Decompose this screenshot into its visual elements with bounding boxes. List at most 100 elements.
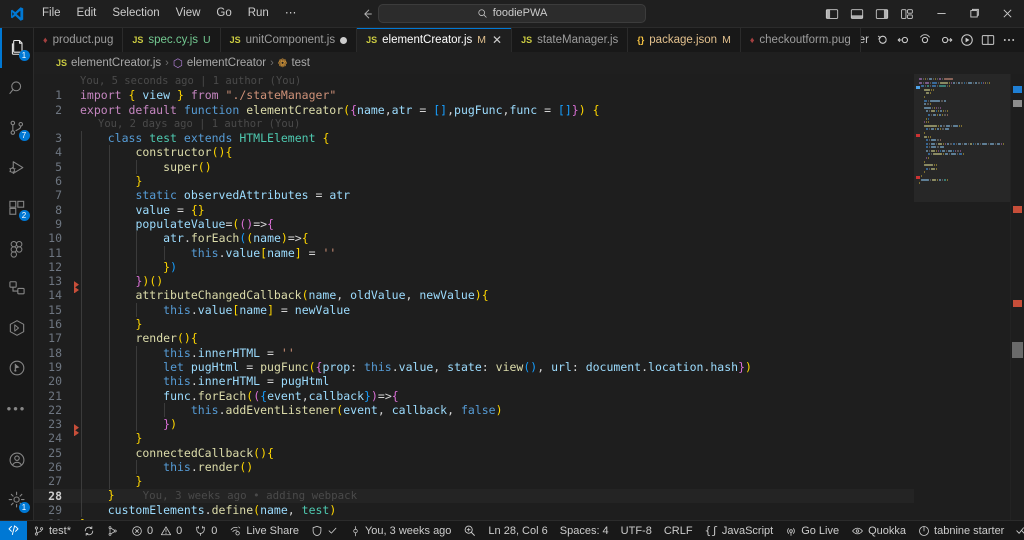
sidebar-item-explorer[interactable]: 1 (0, 28, 34, 68)
status-go-live[interactable]: Go Live (779, 521, 845, 540)
sidebar-item-docker[interactable] (0, 308, 34, 348)
toggle-secondary-sidebar-icon[interactable] (872, 4, 892, 24)
status-ports[interactable]: 0 (188, 521, 223, 540)
code-line[interactable]: 12}) (34, 259, 914, 275)
code-line[interactable]: 15 this.value[name] = newValue (34, 302, 914, 318)
code-line[interactable]: 13})() (34, 274, 914, 289)
debug-step-into-icon[interactable] (897, 33, 911, 47)
code-line[interactable]: 7 static observedAttributes = atr (34, 188, 914, 203)
scrollbar-slider[interactable] (1012, 342, 1023, 358)
status-zoom[interactable] (457, 521, 482, 540)
window-minimize-button[interactable] (925, 0, 958, 28)
status-git-blame[interactable]: You, 3 weeks ago (344, 521, 457, 540)
sidebar-item-run-and-debug[interactable] (0, 148, 34, 188)
tab-product-pug[interactable]: ♦ product.pug (34, 28, 124, 52)
code-line[interactable]: 30} (34, 517, 914, 520)
sidebar-item-project-manager[interactable] (0, 268, 34, 308)
code-line[interactable]: 24} (34, 429, 914, 446)
status-eol[interactable]: CRLF (658, 521, 699, 540)
code-line[interactable]: 19 let pugHtml = pugFunc({prop: this.valu… (34, 359, 914, 375)
status-tabnine[interactable]: tabnine starter (912, 521, 1010, 540)
menu-go[interactable]: Go (208, 3, 239, 24)
code-line[interactable]: 23}) (34, 417, 914, 432)
customize-layout-icon[interactable] (897, 4, 917, 24)
tab-spec-cy-js[interactable]: JS spec.cy.js U (123, 28, 221, 52)
menu-file[interactable]: File (34, 3, 69, 24)
menu-run[interactable]: Run (240, 3, 277, 24)
sidebar-item-source-control[interactable]: 7 (0, 108, 34, 148)
sidebar-item-test-explorer[interactable] (0, 348, 34, 388)
tab-elementcreator-js[interactable]: JS elementCreator.js M ✕ (357, 28, 513, 52)
breadcrumb-item-symbol[interactable]: ❁ test (278, 56, 310, 70)
more-actions-icon[interactable] (1002, 33, 1016, 47)
tab-statemanager-js[interactable]: JS stateManager.js (512, 28, 629, 52)
command-center-search[interactable]: foodiePWA (378, 4, 646, 23)
menu-more[interactable]: ⋯ (277, 3, 305, 24)
code-line[interactable]: 20 this.innerHTML = pugHtml (34, 374, 914, 389)
debug-step-over-icon[interactable] (918, 33, 932, 47)
debug-step-out-icon[interactable] (939, 33, 953, 47)
minimap[interactable] (914, 74, 1010, 520)
status-security-check[interactable] (305, 521, 344, 540)
sidebar-item-settings[interactable]: 1 (0, 480, 34, 520)
tab-unitcomponent-js[interactable]: JS unitComponent.js (220, 28, 358, 52)
breadcrumb-item-file[interactable]: JS elementCreator.js (56, 57, 161, 69)
status-quokka[interactable]: Quokka (845, 521, 912, 540)
code-line[interactable]: 9 populateValue=(()=>{ (34, 216, 914, 232)
code-line[interactable]: 11 this.value[name] = '' (34, 245, 914, 260)
code-line[interactable]: 10 atr.forEach((name)=>{ (34, 231, 914, 246)
code-line[interactable]: 5 super() (34, 159, 914, 175)
status-git-graph[interactable] (101, 521, 125, 540)
code-line[interactable]: 6} (34, 174, 914, 189)
status-encoding[interactable]: UTF-8 (615, 521, 658, 540)
toggle-primary-sidebar-icon[interactable] (822, 4, 842, 24)
code-line[interactable]: 29 customElements.define(name, test) (34, 502, 914, 518)
sidebar-item-figma[interactable] (0, 228, 34, 268)
code-line[interactable]: 17 render(){ (34, 331, 914, 346)
debug-continue-icon[interactable] (960, 33, 974, 47)
window-maximize-button[interactable] (958, 0, 991, 28)
sidebar-item-accounts[interactable] (0, 440, 34, 480)
window-close-button[interactable] (991, 0, 1024, 28)
code-pane[interactable]: You, 5 seconds ago | 1 author (You) 1 impo… (34, 74, 914, 520)
debug-restart-icon[interactable] (876, 33, 890, 47)
code-line[interactable]: 27} (34, 474, 914, 489)
tab-package-json[interactable]: {} package.json M (628, 28, 741, 52)
code-line[interactable]: 25 connectedCallback(){ (34, 445, 914, 461)
status-language-mode[interactable]: {ʃ JavaScript (699, 521, 780, 540)
arrow-left-icon[interactable] (360, 7, 374, 21)
menu-edit[interactable]: Edit (69, 3, 105, 24)
code-line[interactable]: 16} (34, 317, 914, 332)
status-branch[interactable]: test* (27, 521, 77, 540)
code-line[interactable]: 1 import { view } from "./stateManager" (34, 88, 914, 102)
toggle-panel-icon[interactable] (847, 4, 867, 24)
menu-view[interactable]: View (168, 3, 209, 24)
code-line[interactable]: 18 this.innerHTML = '' (34, 345, 914, 360)
tab-checkoutform-pug[interactable]: ♦ checkoutform.pug (740, 28, 861, 52)
code-line[interactable]: 4 constructor(){ (34, 145, 914, 160)
code-line[interactable]: 2 export default function elementCreator(… (34, 103, 914, 117)
tab-dirty-indicator[interactable] (340, 36, 348, 44)
tab-close-icon[interactable]: ✕ (492, 34, 502, 46)
code-line[interactable]: 3 class test extends HTMLElement { (34, 131, 914, 146)
sidebar-item-search[interactable] (0, 68, 34, 108)
status-remote-indicator[interactable] (0, 520, 27, 540)
status-live-share[interactable]: Live Share (223, 521, 305, 540)
status-prettier[interactable]: Prettier (1010, 521, 1024, 540)
status-problems[interactable]: 0 0 (125, 521, 188, 540)
status-cursor-position[interactable]: Ln 28, Col 6 (482, 521, 553, 540)
code-line[interactable]: 22 this.addEventListener(event, callback,… (34, 402, 914, 418)
breadcrumb-item-class[interactable]: ⬡ elementCreator (173, 56, 266, 70)
status-sync[interactable] (77, 521, 101, 540)
code-line[interactable]: 14 attributeChangedCallback(name, oldValu… (34, 286, 914, 303)
code-line[interactable]: 21 func.forEach(({event,callback})=>{ (34, 388, 914, 403)
status-indentation[interactable]: Spaces: 4 (554, 521, 615, 540)
split-editor-icon[interactable] (981, 33, 995, 47)
overview-ruler[interactable] (1010, 74, 1024, 520)
sidebar-item-more-views[interactable]: ••• (0, 388, 34, 428)
code-line[interactable]: 28} You, 3 weeks ago • adding webpack (34, 488, 914, 504)
sidebar-item-extensions[interactable]: 2 (0, 188, 34, 228)
code-line[interactable]: 26 this.render() (34, 460, 914, 475)
menu-selection[interactable]: Selection (104, 3, 167, 24)
code-line[interactable]: 8 value = {} (34, 202, 914, 217)
